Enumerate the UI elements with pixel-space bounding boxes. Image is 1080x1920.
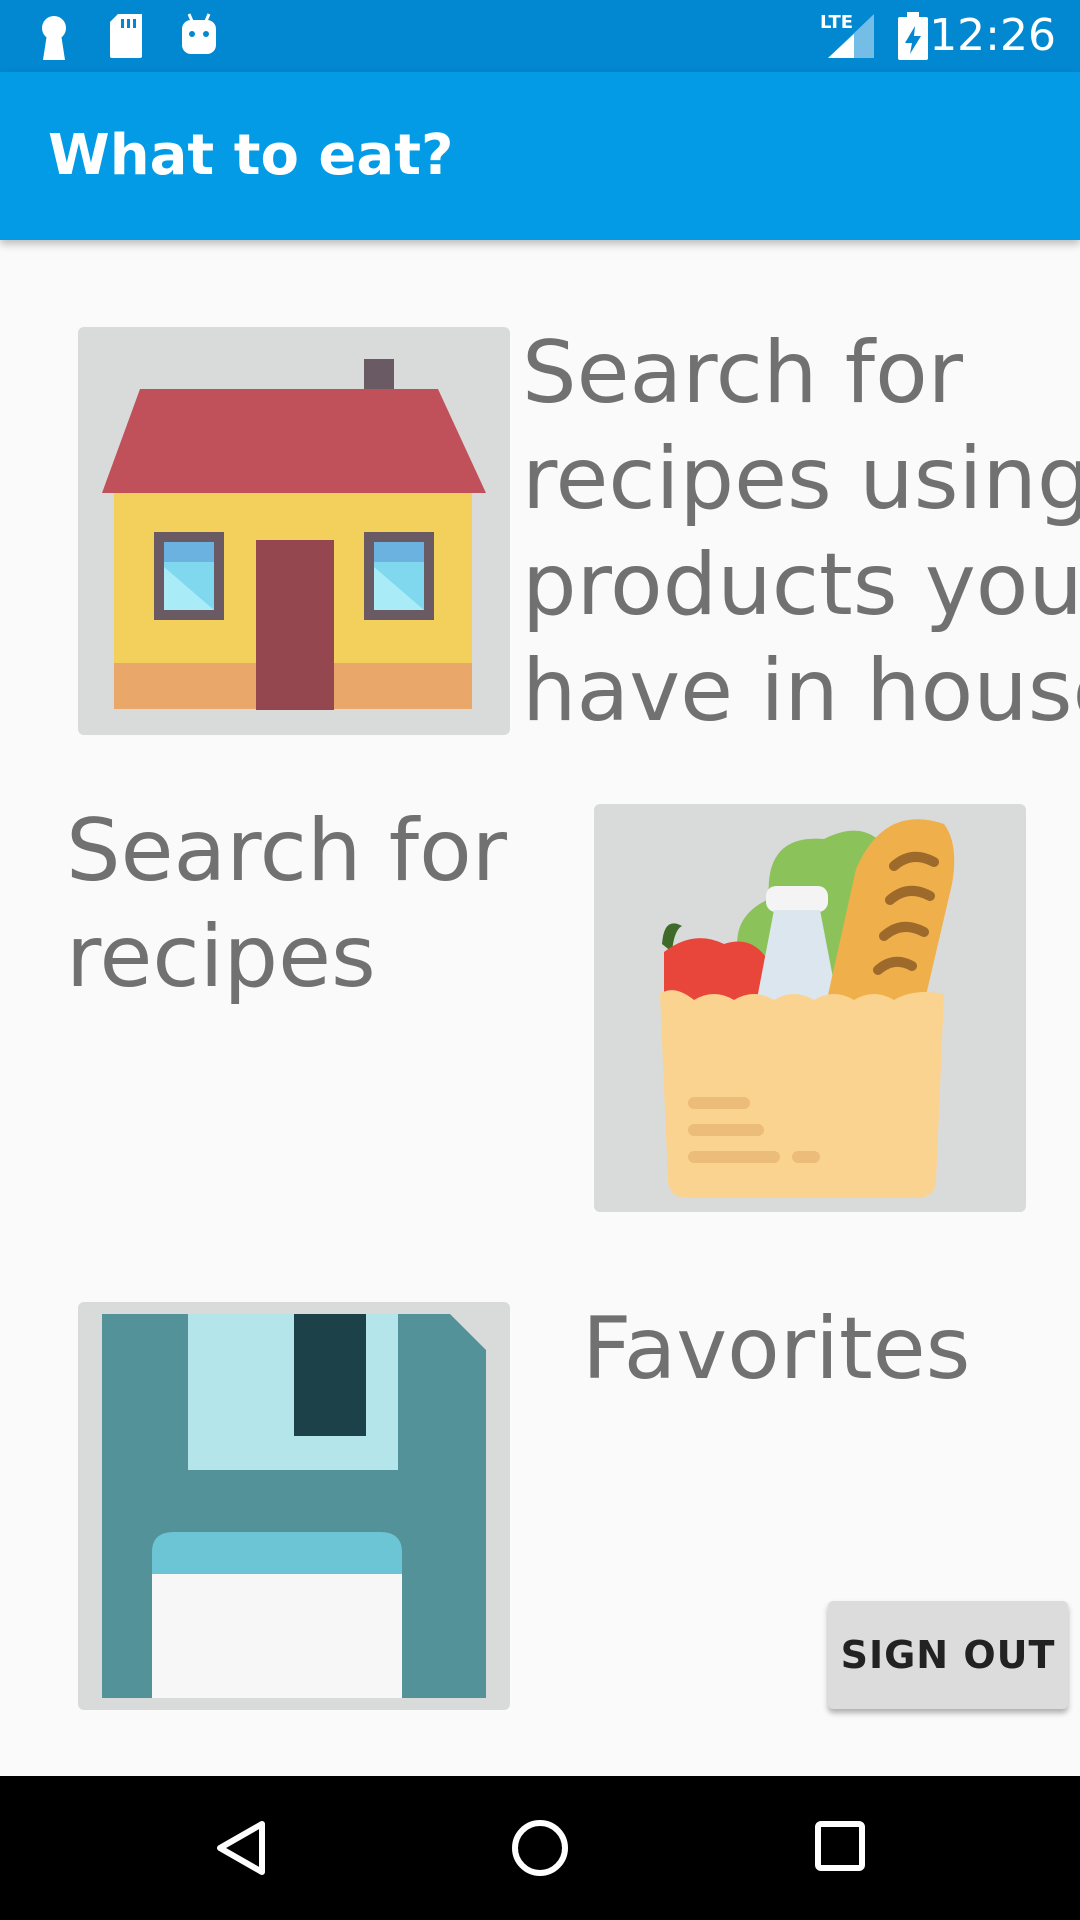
back-icon[interactable] bbox=[212, 1818, 268, 1878]
keyhole-icon bbox=[42, 16, 66, 60]
house-search-line-1: Search for bbox=[522, 323, 964, 423]
lte-signal-icon bbox=[828, 14, 874, 58]
recipe-search-line-1: Search for bbox=[66, 801, 508, 901]
house-search-line-3: products you bbox=[522, 535, 1080, 635]
status-bar: LTE 12:26 bbox=[0, 0, 1080, 72]
app-title: What to eat? bbox=[48, 123, 454, 188]
nav-bar bbox=[0, 1776, 1080, 1920]
recipe-search-line-2: recipes bbox=[66, 907, 376, 1007]
house-search-line-2: recipes using bbox=[522, 429, 1080, 529]
house-search-line-4: have in house bbox=[522, 641, 1080, 741]
home-icon[interactable] bbox=[510, 1818, 570, 1878]
floppy-disk-icon bbox=[102, 1314, 486, 1698]
grocery-bag-icon bbox=[660, 819, 955, 1198]
app-bar: What to eat? bbox=[0, 72, 1080, 240]
house-icon bbox=[102, 359, 486, 710]
favorites-label[interactable]: Favorites bbox=[582, 1296, 970, 1402]
recipe-search-tile[interactable] bbox=[594, 804, 1026, 1212]
sd-card-icon bbox=[110, 14, 142, 58]
android-icon bbox=[182, 13, 216, 54]
battery-charging-icon bbox=[898, 12, 928, 60]
house-search-label[interactable]: Search for recipes using products you ha… bbox=[522, 320, 1080, 744]
recipe-search-label[interactable]: Search for recipes bbox=[66, 798, 507, 1010]
status-clock: 12:26 bbox=[929, 10, 1056, 61]
sign-out-button[interactable]: SIGN OUT bbox=[828, 1601, 1068, 1709]
favorites-tile[interactable] bbox=[78, 1302, 510, 1710]
house-search-tile[interactable] bbox=[78, 327, 510, 735]
recents-icon[interactable] bbox=[814, 1820, 866, 1872]
